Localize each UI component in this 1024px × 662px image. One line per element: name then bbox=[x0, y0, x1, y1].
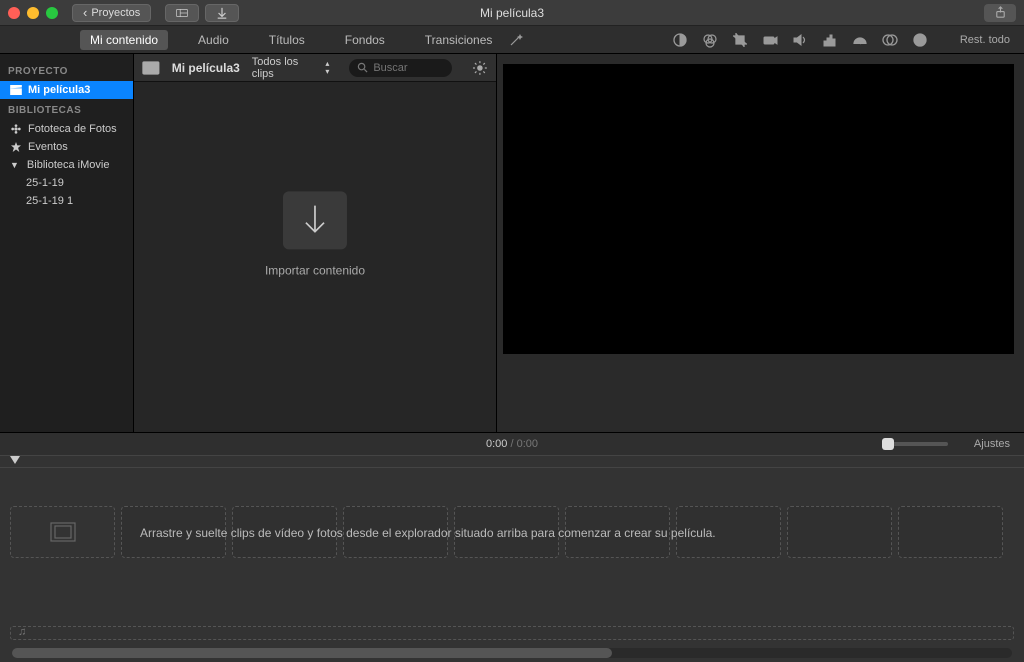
sidebar-item-label: 25-1-19 1 bbox=[26, 195, 73, 207]
window-title: Mi película3 bbox=[0, 6, 1024, 20]
sidebar-project-item[interactable]: Mi película3 bbox=[0, 81, 133, 99]
down-arrow-icon bbox=[301, 203, 329, 237]
filmstrip-placeholder bbox=[10, 506, 115, 558]
timeline[interactable]: Arrastre y suelte clips de vídeo y fotos… bbox=[0, 456, 1024, 662]
disclosure-triangle-icon[interactable]: ▼ bbox=[10, 160, 19, 170]
sidebar-toggle-icon[interactable] bbox=[142, 61, 160, 75]
share-button[interactable] bbox=[984, 4, 1016, 22]
back-to-projects-button[interactable]: ‹ Proyectos bbox=[72, 4, 151, 22]
media-browser: Mi película3 Todos los clips ▴▾ Importar… bbox=[134, 54, 497, 432]
library-tabs-row: Mi contenido Audio Títulos Fondos Transi… bbox=[0, 26, 1024, 54]
flower-icon bbox=[10, 124, 22, 134]
clip-filter-dropdown[interactable]: Todos los clips ▴▾ bbox=[252, 56, 330, 80]
timeline-ruler[interactable] bbox=[0, 456, 1024, 468]
share-icon bbox=[994, 6, 1007, 19]
sidebar-imovie-library[interactable]: ▼ Biblioteca iMovie bbox=[0, 156, 133, 174]
preview-canvas[interactable] bbox=[503, 64, 1014, 354]
clapper-icon bbox=[10, 85, 22, 95]
star-icon bbox=[10, 142, 22, 152]
window-titlebar: ‹ Proyectos Mi película3 bbox=[0, 0, 1024, 26]
crop-icon[interactable] bbox=[732, 32, 748, 48]
timeline-hint-text: Arrastre y suelte clips de vídeo y fotos… bbox=[140, 526, 1004, 540]
time-display-bar: 0:00 / 0:00 Ajustes bbox=[0, 432, 1024, 456]
minimize-window-button[interactable] bbox=[27, 7, 39, 19]
import-button[interactable] bbox=[205, 4, 239, 22]
tab-backgrounds[interactable]: Fondos bbox=[335, 30, 395, 50]
reset-all-button[interactable]: Rest. todo bbox=[960, 26, 1010, 53]
search-icon bbox=[357, 62, 368, 73]
sidebar-item-label: Eventos bbox=[28, 141, 68, 153]
layout-icon bbox=[176, 7, 188, 19]
sidebar-heading-libraries: BIBLIOTECAS bbox=[0, 99, 133, 120]
sidebar-item-label: Mi película3 bbox=[28, 84, 90, 96]
filmstrip-icon bbox=[50, 522, 76, 542]
inspector-icons bbox=[672, 26, 928, 53]
tab-audio[interactable]: Audio bbox=[188, 30, 239, 50]
browser-header: Mi película3 Todos los clips ▴▾ bbox=[134, 54, 496, 82]
projects-label: Proyectos bbox=[91, 7, 140, 19]
color-correction-icon[interactable] bbox=[702, 32, 718, 48]
sidebar-heading-project: PROYECTO bbox=[0, 60, 133, 81]
tab-transitions[interactable]: Transiciones bbox=[415, 30, 503, 50]
sidebar-events[interactable]: Eventos bbox=[0, 138, 133, 156]
total-time: 0:00 bbox=[517, 438, 538, 450]
import-media-button[interactable] bbox=[283, 191, 347, 249]
music-note-icon: ♫ bbox=[18, 626, 26, 638]
zoom-slider[interactable] bbox=[884, 442, 948, 446]
color-balance-icon[interactable] bbox=[672, 32, 688, 48]
browser-event-name: Mi película3 bbox=[172, 61, 240, 75]
preview-viewer bbox=[497, 54, 1024, 432]
maximize-window-button[interactable] bbox=[46, 7, 58, 19]
magic-wand-icon bbox=[508, 32, 524, 48]
libraries-sidebar: PROYECTO Mi película3 BIBLIOTECAS Fotote… bbox=[0, 54, 134, 432]
noise-reduction-icon[interactable] bbox=[822, 32, 838, 48]
enhance-button[interactable] bbox=[508, 26, 524, 53]
sidebar-item-label: Fototeca de Fotos bbox=[28, 123, 117, 135]
download-arrow-icon bbox=[216, 7, 228, 19]
sidebar-photo-library[interactable]: Fototeca de Fotos bbox=[0, 120, 133, 138]
volume-icon[interactable] bbox=[792, 32, 808, 48]
playhead-icon[interactable] bbox=[10, 456, 20, 464]
traffic-lights bbox=[8, 7, 58, 19]
sidebar-item-label: 25-1-19 bbox=[26, 177, 64, 189]
timeline-settings-button[interactable]: Ajustes bbox=[974, 438, 1010, 450]
chevron-left-icon: ‹ bbox=[83, 5, 87, 20]
speed-icon[interactable] bbox=[852, 32, 868, 48]
current-time: 0:00 bbox=[486, 438, 507, 450]
sidebar-event-item[interactable]: 25-1-19 bbox=[0, 174, 133, 192]
tab-titles[interactable]: Títulos bbox=[259, 30, 315, 50]
sidebar-item-label: Biblioteca iMovie bbox=[27, 159, 110, 171]
clip-filter-icon[interactable] bbox=[882, 32, 898, 48]
main-area: PROYECTO Mi película3 BIBLIOTECAS Fotote… bbox=[0, 54, 1024, 432]
updown-arrows-icon: ▴▾ bbox=[325, 60, 329, 76]
sidebar-event-item[interactable]: 25-1-19 1 bbox=[0, 192, 133, 210]
clip-filter-label: Todos los clips bbox=[252, 56, 323, 80]
search-input[interactable] bbox=[373, 62, 433, 74]
tab-my-content[interactable]: Mi contenido bbox=[80, 30, 168, 50]
horizontal-scrollbar[interactable] bbox=[12, 648, 1012, 658]
settings-gear-icon[interactable] bbox=[472, 60, 488, 76]
close-window-button[interactable] bbox=[8, 7, 20, 19]
import-label: Importar contenido bbox=[265, 263, 365, 277]
stabilize-icon[interactable] bbox=[762, 32, 778, 48]
info-icon[interactable] bbox=[912, 32, 928, 48]
layout-toggle-button[interactable] bbox=[165, 4, 199, 22]
import-prompt: Importar contenido bbox=[265, 191, 365, 277]
search-field[interactable] bbox=[349, 59, 452, 77]
